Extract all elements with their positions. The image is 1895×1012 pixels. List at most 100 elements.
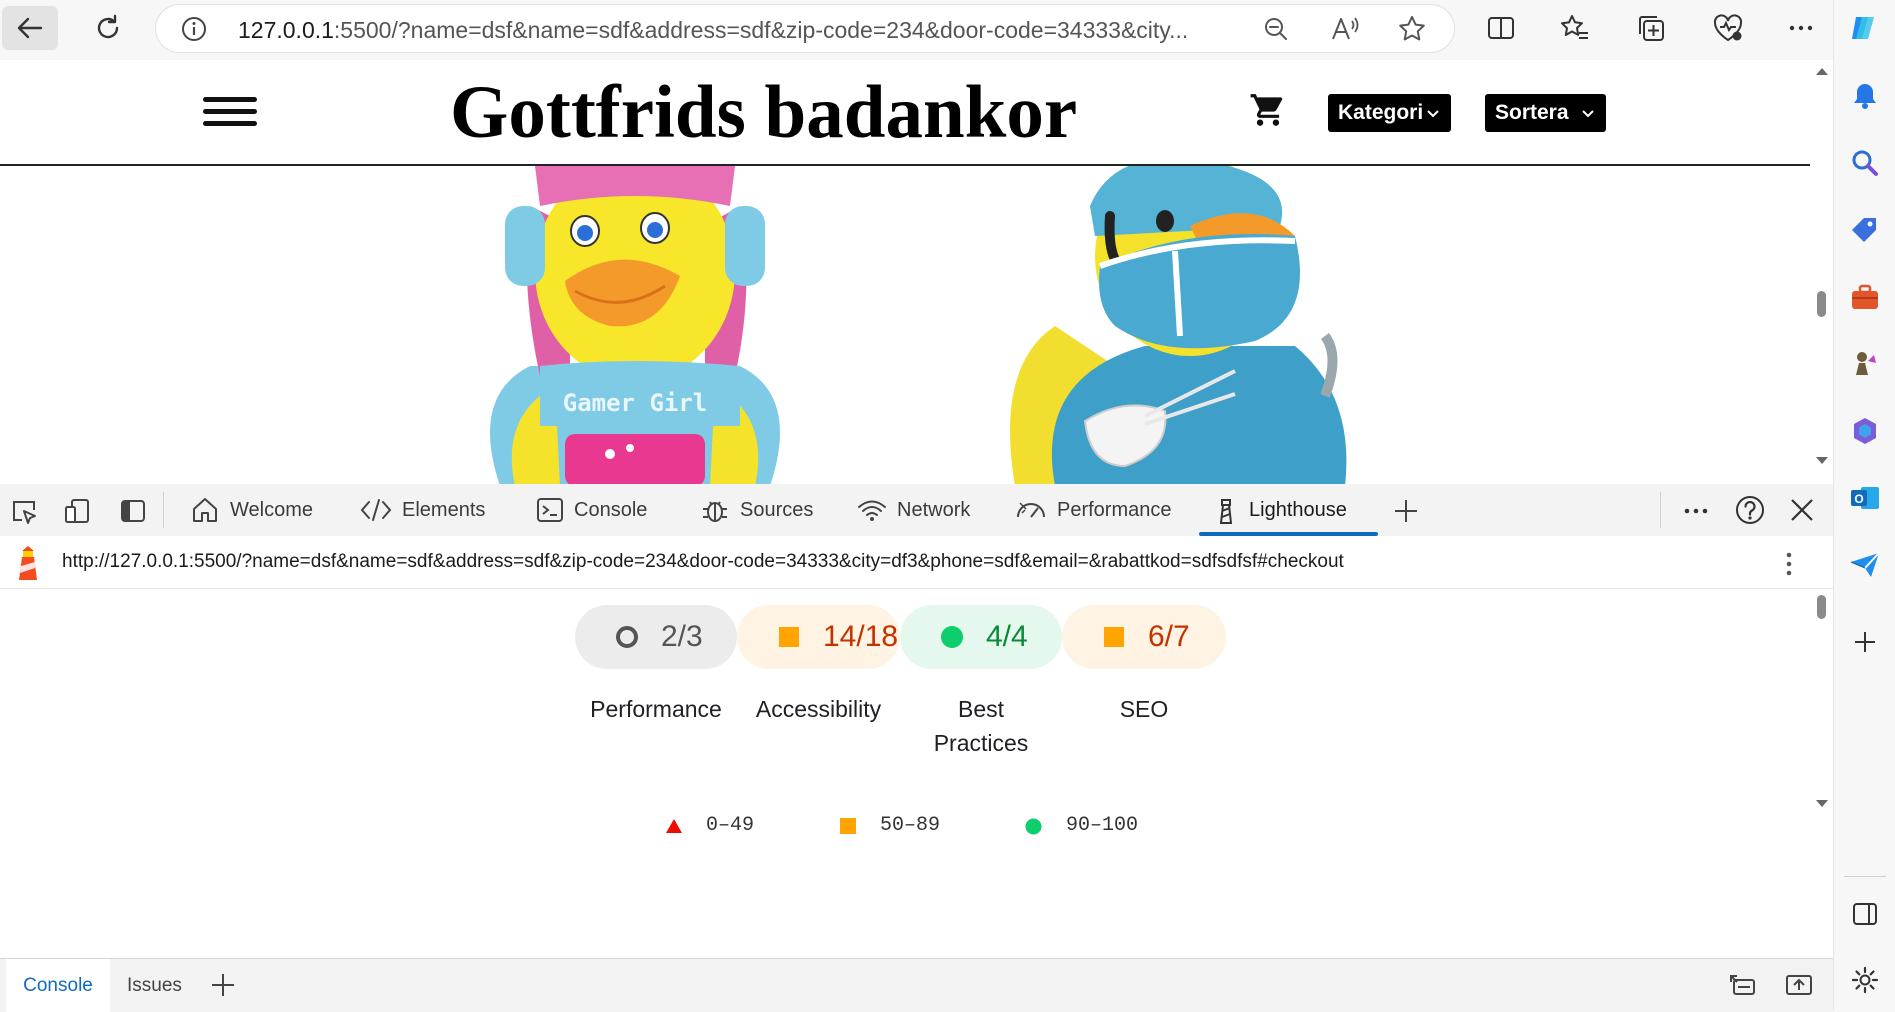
scroll-down-arrow-icon[interactable] [1815,799,1829,809]
drawer-tab-issues[interactable]: Issues [127,959,182,1012]
more-options-icon[interactable] [1786,13,1816,43]
tab-performance[interactable]: Performance [1015,484,1172,536]
page-scrollbar[interactable] [1810,60,1833,484]
inspect-element-icon[interactable] [10,497,38,525]
tab-elements[interactable]: Elements [360,484,485,536]
tab-lighthouse[interactable]: Lighthouse [1213,484,1347,536]
sortera-dropdown[interactable]: Sortera [1485,94,1606,132]
home-icon [193,498,217,522]
help-icon[interactable] [1734,494,1766,526]
shopping-tag-icon[interactable] [1847,212,1883,248]
duck-shirt-print: Gamer Girl [563,389,708,417]
tab-welcome-label: Welcome [230,498,313,521]
favorite-star-icon[interactable] [1398,15,1426,43]
reload-button[interactable] [80,6,136,50]
tab-performance-label: Performance [1057,498,1172,521]
drawer-add-tab-icon[interactable] [210,972,236,998]
chevron-down-icon [1427,110,1439,118]
score-pill-best-practices[interactable]: 4/4 [900,605,1062,669]
devtools-panel: Welcome Elements Console Sources Network… [0,484,1833,1012]
svg-text:O: O [1854,492,1863,506]
device-emulation-icon[interactable] [63,497,91,525]
category-seo[interactable]: SEO [1062,692,1226,726]
address-host: 127.0.0.1 [238,17,334,43]
back-button[interactable] [2,6,58,50]
scroll-down-arrow-icon[interactable] [1815,456,1829,466]
refresh-icon [97,14,119,39]
send-drop-icon[interactable] [1847,547,1883,583]
legend-pass-range: 90–100 [1066,814,1139,837]
sidebar-divider [1844,876,1886,877]
tab-separator [1660,492,1661,528]
scroll-up-arrow-icon[interactable] [1815,66,1829,76]
tab-welcome[interactable]: Welcome [190,484,313,536]
report-url: http://127.0.0.1:5500/?name=dsf&name=sdf… [62,551,1344,572]
shopping-cart-icon[interactable] [1249,91,1287,129]
address-text[interactable]: 127.0.0.1:5500/?name=dsf&name=sdf&addres… [238,17,1388,44]
close-drawer-icon[interactable] [1784,972,1814,998]
score-pill-performance[interactable]: 2/3 [575,605,737,669]
average-square-icon [1104,627,1124,647]
copilot-icon[interactable] [1847,10,1883,46]
microsoft-365-icon[interactable] [1847,413,1883,449]
search-icon[interactable] [1847,145,1883,181]
tab-sources[interactable]: Sources [700,484,813,536]
average-square-icon [840,818,856,834]
browser-essentials-icon[interactable] [1712,13,1744,43]
tools-briefcase-icon[interactable] [1847,279,1883,315]
category-performance[interactable]: Performance [575,692,737,726]
category-best-practices[interactable]: Best Practices [900,692,1062,760]
more-menu-icon[interactable] [1681,497,1711,525]
header-divider [0,164,1810,166]
split-screen-icon[interactable] [1486,13,1516,43]
report-options-icon[interactable] [1783,550,1795,578]
undock-drawer-icon[interactable] [1728,972,1758,998]
report-scrollbar[interactable] [1810,589,1833,958]
score-value-accessibility: 14/18 [823,620,899,653]
page-scroll-thumb[interactable] [1817,291,1826,317]
lighthouse-logo-icon [19,546,37,580]
address-path: :5500/?name=dsf&name=sdf&address=sdf&zip… [333,17,1189,43]
tab-sources-label: Sources [740,498,814,521]
category-best-practices-line2: Practices [933,730,1029,756]
favorites-icon[interactable] [1560,13,1590,43]
tab-network[interactable]: Network [857,484,970,536]
kategori-dropdown[interactable]: Kategori [1328,94,1451,132]
sortera-label: Sortera [1495,101,1569,124]
drawer-tab-console[interactable]: Console [6,959,110,1012]
zoom-out-icon[interactable] [1262,15,1290,43]
read-aloud-icon[interactable] [1330,15,1360,43]
address-bar[interactable]: 127.0.0.1:5500/?name=dsf&name=sdf&addres… [156,5,1454,52]
neutral-circle-icon [616,626,638,648]
sidebar-settings-gear-icon[interactable] [1847,962,1883,998]
pass-circle-icon [941,626,963,648]
report-scroll-thumb[interactable] [1817,595,1826,619]
score-value-best-practices: 4/4 [986,620,1028,653]
category-accessibility[interactable]: Accessibility [737,692,900,726]
gamer-girl-duck-image[interactable]: Gamer Girl [460,166,810,484]
score-pill-accessibility[interactable]: 14/18 [737,605,900,669]
hide-sidebar-icon[interactable] [1847,896,1883,932]
browser-toolbar: 127.0.0.1:5500/?name=dsf&name=sdf&addres… [0,0,1895,60]
fail-triangle-icon [666,819,682,833]
hamburger-menu-icon[interactable] [203,97,257,126]
notifications-bell-icon[interactable] [1847,78,1883,114]
bug-icon [703,501,727,522]
info-icon[interactable] [180,15,208,43]
console-icon [537,498,563,522]
dock-side-icon[interactable] [119,497,147,525]
wifi-icon [858,500,886,521]
tab-console[interactable]: Console [536,484,647,536]
speedometer-icon [1017,502,1045,518]
tab-separator [163,492,164,528]
collections-icon[interactable] [1636,13,1666,43]
score-pill-seo[interactable]: 6/7 [1062,605,1226,669]
chevron-down-icon [1582,110,1594,118]
games-chess-icon[interactable] [1847,346,1883,382]
surgeon-duck-image[interactable] [995,166,1375,484]
add-sidebar-app-icon[interactable] [1847,624,1883,660]
more-tabs-plus-icon[interactable] [1392,497,1420,525]
lighthouse-report-header: http://127.0.0.1:5500/?name=dsf&name=sdf… [0,536,1833,589]
outlook-icon[interactable]: O [1847,480,1883,516]
close-devtools-icon[interactable] [1789,497,1815,523]
